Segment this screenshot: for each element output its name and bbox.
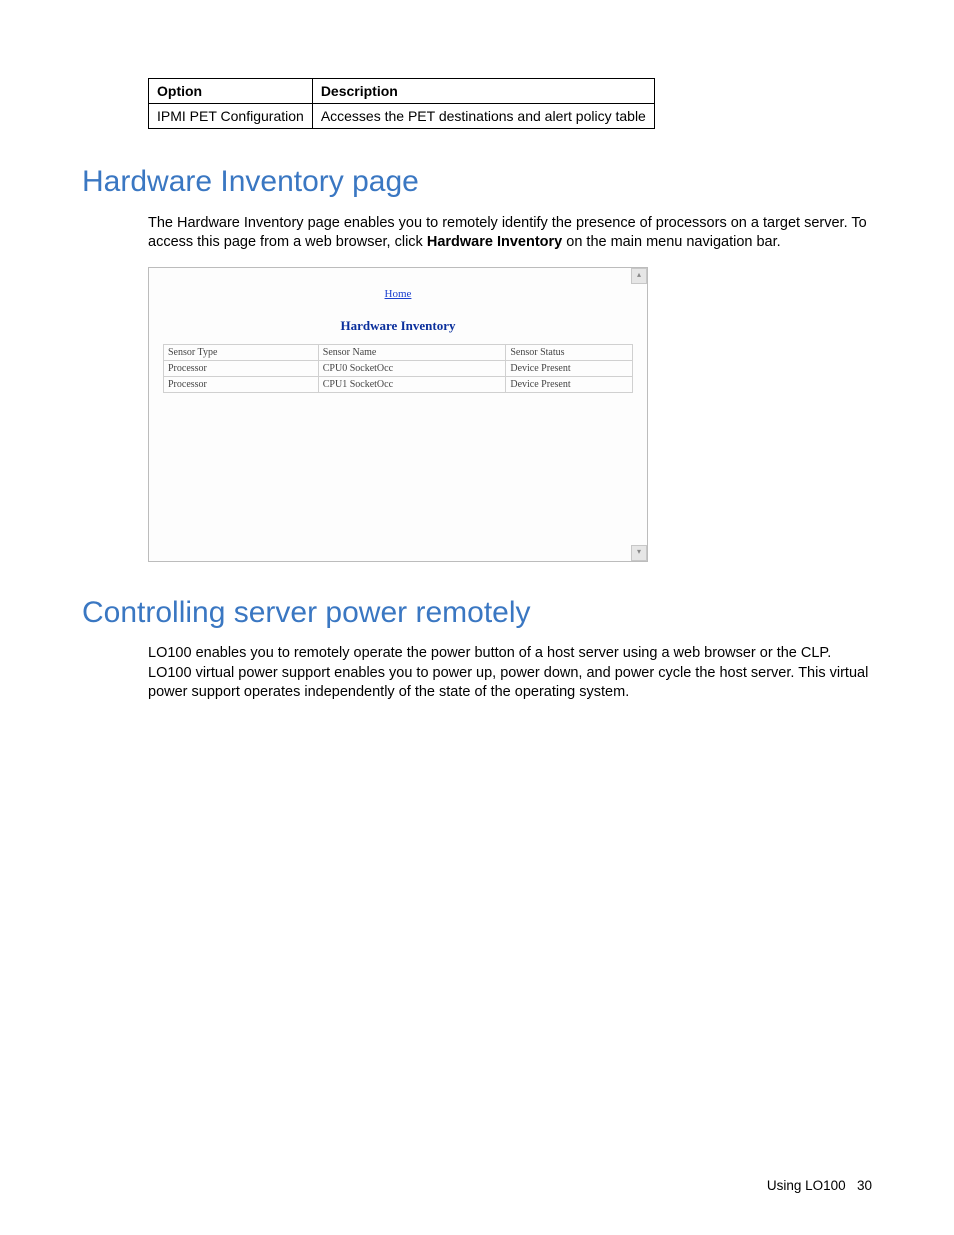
para-bold: Hardware Inventory — [427, 234, 562, 250]
cell: Device Present — [506, 376, 633, 392]
hardware-inventory-paragraph: The Hardware Inventory page enables you … — [148, 214, 872, 253]
sensor-table: Sensor Type Sensor Name Sensor Status Pr… — [163, 344, 633, 393]
controlling-power-paragraph: LO100 enables you to remotely operate th… — [148, 644, 872, 703]
page-number: 30 — [857, 1178, 872, 1193]
description-header: Description — [312, 79, 654, 104]
cell: Device Present — [506, 360, 633, 376]
description-cell: Accesses the PET destinations and alert … — [312, 104, 654, 129]
table-row: Processor CPU0 SocketOcc Device Present — [164, 360, 633, 376]
section-heading-controlling-power: Controlling server power remotely — [82, 596, 872, 630]
table-row: Processor CPU1 SocketOcc Device Present — [164, 376, 633, 392]
table-row: IPMI PET Configuration Accesses the PET … — [149, 104, 655, 129]
scroll-down-icon: ▾ — [631, 545, 647, 561]
sensor-status-header: Sensor Status — [506, 344, 633, 360]
cell: Processor — [164, 360, 319, 376]
cell: Processor — [164, 376, 319, 392]
scroll-up-icon: ▴ — [631, 268, 647, 284]
option-header: Option — [149, 79, 313, 104]
sensor-type-header: Sensor Type — [164, 344, 319, 360]
sensor-name-header: Sensor Name — [318, 344, 506, 360]
home-link[interactable]: Home — [163, 288, 633, 300]
cell: CPU1 SocketOcc — [318, 376, 506, 392]
para-text: on the main menu navigation bar. — [562, 234, 780, 250]
page-footer: Using LO100 30 — [767, 1178, 872, 1193]
cell: CPU0 SocketOcc — [318, 360, 506, 376]
option-table: Option Description IPMI PET Configuratio… — [148, 78, 655, 129]
footer-text: Using LO100 — [767, 1178, 846, 1193]
option-cell: IPMI PET Configuration — [149, 104, 313, 129]
section-heading-hardware-inventory: Hardware Inventory page — [82, 165, 872, 199]
hardware-inventory-screenshot: ▴ ▾ Home Hardware Inventory Sensor Type … — [148, 267, 648, 562]
screenshot-title: Hardware Inventory — [163, 318, 633, 334]
